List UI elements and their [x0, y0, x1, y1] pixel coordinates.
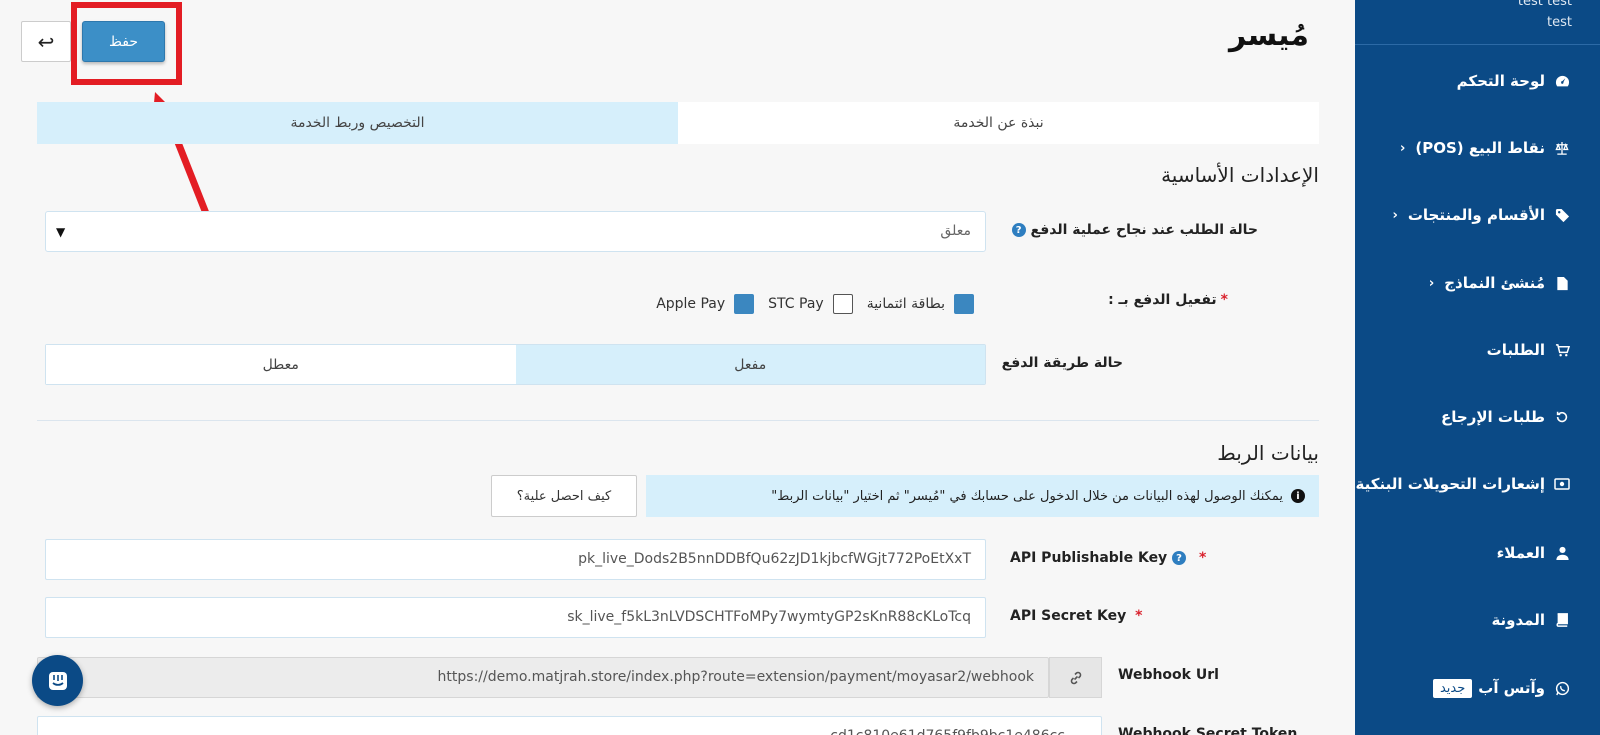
copy-link-button[interactable] — [1049, 657, 1102, 698]
tab-settings[interactable]: التخصيص وربط الخدمة — [37, 102, 678, 144]
sidebar-item-label: الطلبات — [1486, 341, 1545, 359]
webhook-url-value: https://demo.matjrah.store/index.php?rou… — [437, 669, 1034, 685]
user-name: test test — [1517, 0, 1572, 9]
money-icon — [1554, 476, 1570, 492]
whatsapp-icon — [1554, 680, 1570, 696]
sidebar-item-bank-transfers[interactable]: إشعارات التحويلات البنكية — [1355, 464, 1600, 504]
order-status-select[interactable]: معلق ▼ — [45, 211, 986, 252]
publishable-key-value: pk_live_Dods2B5nnDDBfQu62zJD1kjbcfWGjt77… — [578, 551, 971, 567]
chat-icon — [48, 671, 67, 690]
sidebar-item-label: لوحة التحكم — [1456, 72, 1545, 90]
checkbox-stc-pay[interactable] — [832, 294, 853, 314]
link-icon — [1070, 671, 1081, 684]
chevron-icon: ‹ — [1400, 140, 1406, 156]
sidebar-item-label: إشعارات التحويلات البنكية — [1355, 475, 1545, 493]
chevron-icon: ‹ — [1428, 275, 1435, 291]
new-badge: جديد — [1432, 678, 1473, 698]
user-store: test — [1547, 15, 1572, 30]
help-icon[interactable]: ? — [1172, 551, 1187, 565]
webhook-token-value: cd1c810e61d765f9fb9bc1e486cc — [830, 728, 1065, 735]
tag-icon — [1554, 207, 1570, 223]
sidebar-item-whatsapp[interactable]: وآتس آب جديد — [1355, 668, 1600, 708]
sidebar-item-label: العملاء — [1496, 544, 1545, 562]
publishable-key-input[interactable]: pk_live_Dods2B5nnDDBfQu62zJD1kjbcfWGjt77… — [45, 539, 986, 580]
required-marker: * — [1220, 292, 1228, 308]
how-to-get-button[interactable]: كيف احصل علية؟ — [491, 475, 637, 517]
undo-icon — [1554, 409, 1570, 425]
webhook-url-input[interactable]: https://demo.matjrah.store/index.php?rou… — [37, 657, 1049, 698]
sidebar-item-returns[interactable]: طلبات الإرجاع — [1355, 397, 1600, 437]
highlight-box — [71, 2, 182, 85]
sidebar-item-blog[interactable]: المدونة — [1355, 600, 1600, 640]
chat-launcher-button[interactable] — [32, 655, 83, 706]
publishable-key-label-text: API Publishable Key — [1010, 550, 1168, 566]
sidebar-item-pos[interactable]: نقاط البيع (POS) ‹ — [1355, 128, 1600, 168]
tab-bar: نبذة عن الخدمة التخصيص وربط الخدمة — [37, 102, 1319, 144]
back-icon: ↩ — [37, 29, 55, 54]
stc-pay-label: STC Pay — [768, 296, 824, 312]
checkbox-apple-pay[interactable] — [734, 294, 755, 314]
info-text: يمكنك الوصول لهذه البيانات من خلال الدخو… — [771, 488, 1283, 504]
status-disabled-option[interactable]: معطل — [46, 345, 516, 384]
sidebar: test test test لوحة التحكم نقاط البيع (P… — [1355, 0, 1600, 735]
chevron-icon: ‹ — [1392, 207, 1398, 223]
dashboard-icon — [1554, 73, 1570, 89]
enable-payment-label-text: تفعيل الدفع بـ : — [1108, 292, 1217, 308]
required-marker: * — [1135, 608, 1143, 624]
sidebar-item-customers[interactable]: العملاء — [1355, 533, 1600, 573]
scale-icon — [1554, 140, 1570, 156]
secret-key-input[interactable]: sk_live_f5kL3nLVDSCHTFoMPy7wymtyGP2sKnR8… — [45, 597, 986, 638]
payment-methods: بطاقة ائتمانية STC Pay Apple Pay — [642, 293, 974, 315]
tab-about[interactable]: نبذة عن الخدمة — [678, 102, 1319, 144]
secret-key-label: API Secret Key * — [1010, 608, 1142, 624]
user-info[interactable]: test test test — [1355, 0, 1600, 45]
basic-settings-title: الإعدادات الأساسية — [1161, 163, 1319, 187]
divider — [37, 420, 1319, 421]
page-title: مُيسر — [1228, 18, 1309, 53]
apple-pay-label: Apple Pay — [656, 296, 726, 312]
back-button[interactable]: ↩ — [21, 21, 71, 62]
sidebar-item-categories[interactable]: الأقسام والمنتجات ‹ — [1355, 195, 1600, 235]
secret-key-label-text: API Secret Key — [1010, 608, 1127, 624]
method-status-toggle: مفعل معطل — [45, 344, 986, 385]
sidebar-item-label: مُنشئ النماذج — [1444, 274, 1545, 292]
checkbox-credit-card[interactable] — [954, 294, 974, 314]
sidebar-item-label: المدونة — [1491, 611, 1545, 629]
help-icon[interactable]: ? — [1011, 223, 1026, 237]
order-status-value: معلق — [940, 223, 971, 239]
user-icon — [1554, 545, 1570, 561]
file-icon — [1554, 275, 1570, 291]
sidebar-item-orders[interactable]: الطلبات — [1355, 330, 1600, 370]
cart-icon — [1554, 342, 1570, 358]
sidebar-item-label: وآتس آب — [1478, 679, 1545, 697]
order-status-label: حالة الطلب عند نجاح عملية الدفع ? — [1011, 222, 1259, 238]
credit-card-label: بطاقة ائتمانية — [866, 296, 945, 312]
sidebar-item-dashboard[interactable]: لوحة التحكم — [1355, 61, 1600, 101]
sidebar-item-label: طلبات الإرجاع — [1441, 408, 1545, 426]
sidebar-item-form-builder[interactable]: مُنشئ النماذج ‹ — [1355, 263, 1600, 303]
secret-key-value: sk_live_f5kL3nLVDSCHTFoMPy7wymtyGP2sKnR8… — [567, 609, 971, 625]
status-enabled-option[interactable]: مفعل — [515, 345, 985, 384]
sidebar-item-label: نقاط البيع (POS) — [1415, 139, 1545, 157]
info-alert: i يمكنك الوصول لهذه البيانات من خلال الد… — [646, 475, 1319, 517]
sidebar-item-label: الأقسام والمنتجات — [1407, 206, 1545, 224]
order-status-label-text: حالة الطلب عند نجاح عملية الدفع — [1030, 222, 1259, 238]
publishable-key-label: API Publishable Key ? * — [1010, 550, 1206, 566]
webhook-token-input[interactable]: cd1c810e61d765f9fb9bc1e486cc — [37, 716, 1102, 735]
book-icon — [1554, 612, 1570, 628]
enable-payment-label: *تفعيل الدفع بـ : — [1108, 292, 1228, 308]
webhook-token-label: Webhook Secret Token — [1118, 726, 1298, 735]
link-data-title: بيانات الربط — [1217, 441, 1319, 465]
required-marker: * — [1198, 550, 1207, 566]
info-icon: i — [1291, 489, 1305, 503]
caret-down-icon: ▼ — [56, 225, 66, 239]
method-status-label: حالة طريقة الدفع — [1001, 355, 1123, 371]
webhook-url-label: Webhook Url — [1118, 667, 1219, 683]
